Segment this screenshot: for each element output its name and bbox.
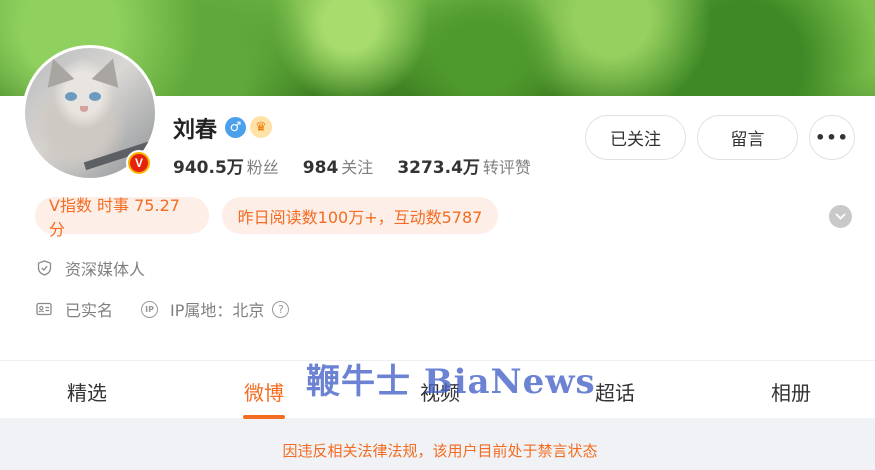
cat-eye <box>89 92 101 101</box>
muted-account-notice: 因违反相关法律法规，该用户目前处于禁言状态 <box>282 442 598 460</box>
engagement-label: 转评赞 <box>482 158 531 177</box>
chevron-down-icon[interactable] <box>829 205 852 228</box>
ip-location-icon: IP <box>141 300 159 318</box>
active-tab-indicator <box>243 415 285 419</box>
cat-ear <box>91 54 127 88</box>
cat-eye <box>65 92 77 101</box>
following-stat[interactable]: 984 关注 <box>303 154 374 178</box>
engagement-count: 3273.4万 <box>397 158 480 178</box>
profile-stats: 940.5万 粉丝 984 关注 3273.4万 转评赞 <box>173 153 555 178</box>
tab-weibo[interactable]: 微博 <box>219 377 309 406</box>
help-icon[interactable]: ? <box>272 300 290 318</box>
followed-button[interactable]: 已关注 <box>585 115 686 160</box>
shield-check-icon <box>36 260 52 276</box>
certification-row: 资深媒体人 <box>36 256 145 280</box>
engagement-stat: 3273.4万 转评赞 <box>397 153 531 178</box>
message-button[interactable]: 留言 <box>697 115 798 160</box>
read-stats-badge[interactable]: 昨日阅读数100万+，互动数5787 <box>222 197 498 234</box>
watermark-logo: 鞭牛士 BiaNews <box>306 362 596 402</box>
followers-label: 粉丝 <box>246 158 279 177</box>
verified-badge-letter: V <box>130 154 148 172</box>
following-count: 984 <box>302 158 339 178</box>
id-card-icon <box>36 301 52 317</box>
more-options-button[interactable]: ••• <box>809 115 855 160</box>
followers-stat[interactable]: 940.5万 粉丝 <box>173 153 279 178</box>
tab-album[interactable]: 相册 <box>746 377 836 406</box>
v-index-badge[interactable]: V指数 时事 75.27分 <box>35 196 209 239</box>
profile-name: 刘春 <box>173 118 218 143</box>
followers-count: 940.5万 <box>173 158 244 178</box>
identity-row: 已实名 IP IP属地：北京 ? <box>36 297 290 321</box>
male-icon: ♂ <box>225 117 246 138</box>
crown-icon[interactable]: ♛ <box>250 116 272 138</box>
ip-location-text: IP属地：北京 <box>170 301 265 320</box>
tab-featured[interactable]: 精选 <box>42 377 132 406</box>
verified-badge-icon: V <box>126 150 152 176</box>
cat-nose <box>80 106 88 112</box>
certification-text: 资深媒体人 <box>65 260 146 279</box>
following-label: 关注 <box>341 158 374 177</box>
real-name-text: 已实名 <box>65 301 114 320</box>
